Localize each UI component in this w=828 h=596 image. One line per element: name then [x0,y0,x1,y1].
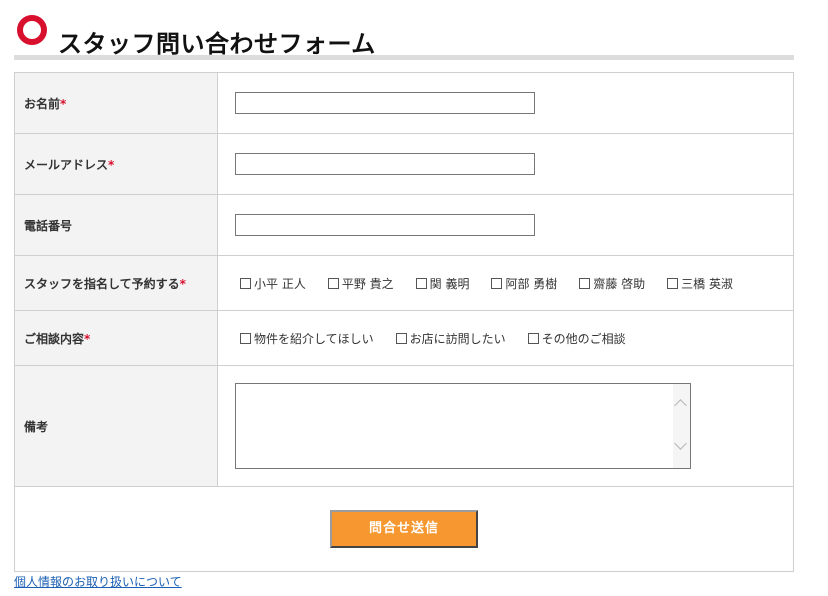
title-underline [14,55,794,60]
phone-label-text: 電話番号 [24,218,73,233]
phone-label: 電話番号 [14,194,218,256]
notes-label: 備考 [14,365,218,487]
form-row-name: お名前* [14,72,794,134]
name-input[interactable] [235,92,535,114]
email-cell [217,133,794,195]
name-label: お名前* [14,72,218,134]
contact-form: お名前* メールアドレス* 電話番号 スタッフを指名して予約する* 小平 正人 … [14,72,794,572]
staff-option-label: 関 義明 [429,276,470,291]
checkbox[interactable] [491,277,503,289]
checkbox[interactable] [327,277,339,289]
required-mark: * [84,331,91,346]
chevron-up-icon[interactable] [674,399,687,412]
consult-options: 物件を紹介してほしい お店に訪問したい その他のご相談 [235,330,793,347]
name-label-text: お名前 [24,96,61,111]
form-row-staff: スタッフを指名して予約する* 小平 正人 平野 貴之 関 義明 阿部 勇樹 齋藤… [14,255,794,311]
textarea-scrollbar[interactable] [673,384,690,468]
checkbox[interactable] [667,277,679,289]
required-mark: * [108,157,115,172]
checkbox[interactable] [415,277,427,289]
submit-button[interactable]: 問合せ送信 [330,510,478,548]
consult-option-label: その他のご相談 [541,331,626,346]
checkbox[interactable] [240,332,251,344]
checkbox[interactable] [395,332,407,344]
notes-textarea-wrap [235,383,691,469]
form-row-consult: ご相談内容* 物件を紹介してほしい お店に訪問したい その他のご相談 [14,310,794,366]
email-label-text: メールアドレス [24,157,109,172]
page-header: スタッフ問い合わせフォーム [14,12,794,62]
staff-label-text: スタッフを指名して予約する [24,276,180,291]
form-row-notes: 備考 [14,365,794,487]
form-row-phone: 電話番号 [14,194,794,256]
checkbox[interactable] [240,277,251,289]
form-row-submit: 問合せ送信 [14,486,794,572]
consult-label: ご相談内容* [14,310,218,366]
notes-label-text: 備考 [24,419,49,434]
chevron-down-icon[interactable] [674,437,687,450]
name-cell [217,72,794,134]
phone-cell [217,194,794,256]
consult-option[interactable]: その他のご相談 [527,330,626,347]
required-mark: * [60,96,67,111]
staff-option[interactable]: 阿部 勇樹 [491,275,557,292]
staff-option-label: 三橋 英淑 [681,276,733,291]
staff-option-label: 平野 貴之 [341,276,394,291]
staff-option-label: 齋藤 啓助 [593,276,646,291]
privacy-policy-link[interactable]: 個人情報のお取り扱いについて [14,573,182,590]
email-label: メールアドレス* [14,133,218,195]
consult-label-text: ご相談内容 [24,331,85,346]
notes-textarea[interactable] [235,383,691,469]
circle-icon [17,15,47,45]
checkbox[interactable] [579,277,591,289]
checkbox[interactable] [527,332,539,344]
email-input[interactable] [235,153,535,175]
consult-option[interactable]: お店に訪問したい [395,330,506,347]
staff-option[interactable]: 三橋 英淑 [667,275,733,292]
consult-cell: 物件を紹介してほしい お店に訪問したい その他のご相談 [217,310,794,366]
staff-option[interactable]: 平野 貴之 [327,275,394,292]
submit-cell: 問合せ送信 [14,486,794,572]
staff-cell: 小平 正人 平野 貴之 関 義明 阿部 勇樹 齋藤 啓助 三橋 英淑 [217,255,794,311]
staff-label: スタッフを指名して予約する* [14,255,218,311]
consult-option-label: お店に訪問したい [409,331,506,346]
form-row-email: メールアドレス* [14,133,794,195]
required-mark: * [179,276,186,291]
page-title: スタッフ問い合わせフォーム [58,30,376,58]
consult-option-label: 物件を紹介してほしい [254,331,374,346]
staff-option[interactable]: 関 義明 [415,275,470,292]
consult-option[interactable]: 物件を紹介してほしい [240,330,374,347]
staff-options: 小平 正人 平野 貴之 関 義明 阿部 勇樹 齋藤 啓助 三橋 英淑 [235,275,793,292]
phone-input[interactable] [235,214,535,236]
staff-option[interactable]: 齋藤 啓助 [579,275,645,292]
staff-option-label: 小平 正人 [254,276,306,291]
staff-option-label: 阿部 勇樹 [505,276,558,291]
staff-option[interactable]: 小平 正人 [240,275,306,292]
notes-cell [217,365,794,487]
